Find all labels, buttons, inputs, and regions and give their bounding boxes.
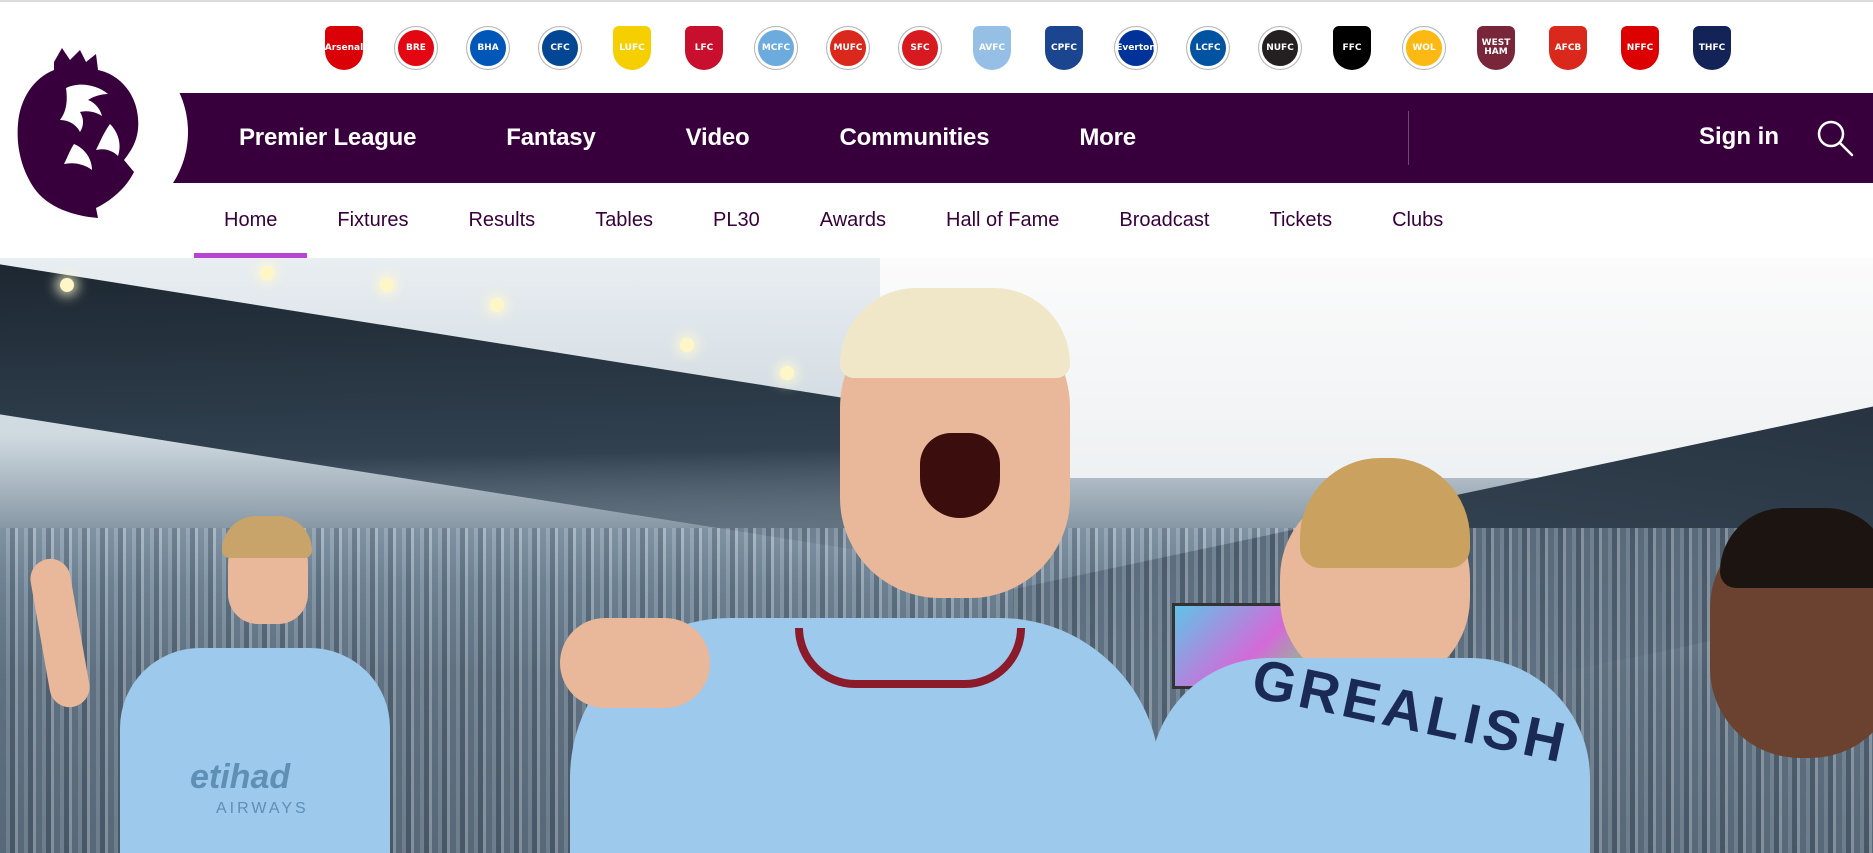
club-crest-link[interactable]: SFC bbox=[896, 24, 944, 72]
hero-image[interactable]: etihad AIRWAYS GREALISH bbox=[0, 258, 1873, 853]
tab-broadcast[interactable]: Broadcast bbox=[1089, 183, 1239, 258]
player-right-shirt: GREALISH bbox=[1150, 646, 1590, 853]
player-left-hair bbox=[222, 516, 312, 558]
tab-clubs[interactable]: Clubs bbox=[1362, 183, 1473, 258]
club-crest-link[interactable]: LCFC bbox=[1184, 24, 1232, 72]
club-crest-link[interactable]: WOL bbox=[1400, 24, 1448, 72]
club-crest-icon: THFC bbox=[1693, 26, 1731, 70]
search-button[interactable] bbox=[1815, 118, 1855, 158]
stadium-light bbox=[490, 298, 504, 312]
top-border bbox=[0, 0, 1873, 2]
club-crest-link[interactable]: LUFC bbox=[608, 24, 656, 72]
club-crest-icon: BHA bbox=[467, 27, 509, 69]
club-crest-link[interactable]: AVFC bbox=[968, 24, 1016, 72]
club-crest-icon: WEST HAM bbox=[1477, 26, 1515, 70]
club-crest-icon: AFCB bbox=[1549, 26, 1587, 70]
club-crest-link[interactable]: CFC bbox=[536, 24, 584, 72]
tab-pl30[interactable]: PL30 bbox=[683, 183, 790, 258]
search-icon bbox=[1817, 120, 1854, 157]
shirt-sponsor-text: etihad bbox=[190, 758, 291, 796]
club-crest-icon: CFC bbox=[539, 27, 581, 69]
tab-results[interactable]: Results bbox=[438, 183, 565, 258]
nav-premier-league[interactable]: Premier League bbox=[239, 124, 416, 152]
club-crest-icon: BRE bbox=[395, 27, 437, 69]
club-crest-icon: Everton bbox=[1115, 27, 1157, 69]
player-center-hair bbox=[840, 288, 1070, 378]
club-crest-link[interactable]: WEST HAM bbox=[1472, 24, 1520, 72]
nav-communities[interactable]: Communities bbox=[840, 124, 990, 152]
stadium-light bbox=[60, 278, 74, 292]
club-crest-link[interactable]: CPFC bbox=[1040, 24, 1088, 72]
club-crest-icon: LUFC bbox=[613, 26, 651, 70]
club-crest-strip: Arsenal BRE BHA CFC LUFC LFC MCFC MUFC SFC AVFC CP… bbox=[320, 22, 1760, 74]
club-crest-link[interactable]: MUFC bbox=[824, 24, 872, 72]
nav-fantasy[interactable]: Fantasy bbox=[506, 124, 596, 152]
club-crest-icon: CPFC bbox=[1045, 26, 1083, 70]
tab-awards[interactable]: Awards bbox=[790, 183, 916, 258]
club-crest-link[interactable]: LFC bbox=[680, 24, 728, 72]
stadium-light bbox=[380, 278, 394, 292]
club-crest-icon: MCFC bbox=[755, 27, 797, 69]
primary-nav: Premier League Fantasy Video Communities… bbox=[170, 93, 1873, 183]
secondary-nav: Home Fixtures Results Tables PL30 Awards… bbox=[194, 183, 1473, 258]
club-crest-link[interactable]: AFCB bbox=[1544, 24, 1592, 72]
club-crest-icon: SFC bbox=[899, 27, 941, 69]
club-crest-icon: LCFC bbox=[1187, 27, 1229, 69]
player-left-shirt: etihad AIRWAYS bbox=[120, 648, 390, 853]
stadium-light bbox=[780, 366, 794, 380]
club-crest-link[interactable]: BHA bbox=[464, 24, 512, 72]
club-crest-icon: NUFC bbox=[1259, 27, 1301, 69]
club-crest-link[interactable]: BRE bbox=[392, 24, 440, 72]
club-crest-link[interactable]: MCFC bbox=[752, 24, 800, 72]
club-crest-icon: MUFC bbox=[827, 27, 869, 69]
club-crest-icon: FFC bbox=[1333, 26, 1371, 70]
club-crest-icon: LFC bbox=[685, 26, 723, 70]
club-crest-link[interactable]: NUFC bbox=[1256, 24, 1304, 72]
club-crest-icon: WOL bbox=[1403, 27, 1445, 69]
stadium-light bbox=[680, 338, 694, 352]
club-crest-icon: NFFC bbox=[1621, 26, 1659, 70]
sign-in-link[interactable]: Sign in bbox=[1699, 123, 1779, 151]
premier-league-logo[interactable] bbox=[0, 38, 188, 226]
shirt-sponsor-subtext: AIRWAYS bbox=[216, 800, 309, 817]
club-crest-link[interactable]: THFC bbox=[1688, 24, 1736, 72]
lion-logo-icon bbox=[17, 48, 139, 218]
player-center-hand bbox=[560, 618, 710, 708]
tab-home[interactable]: Home bbox=[194, 183, 308, 258]
stadium-light bbox=[260, 266, 274, 280]
nav-video[interactable]: Video bbox=[686, 124, 750, 152]
tab-hall-of-fame[interactable]: Hall of Fame bbox=[916, 183, 1089, 258]
player-center-mouth bbox=[920, 433, 1000, 518]
nav-divider bbox=[1408, 111, 1409, 165]
tab-tables[interactable]: Tables bbox=[565, 183, 683, 258]
club-crest-icon: AVFC bbox=[973, 26, 1011, 70]
tab-tickets[interactable]: Tickets bbox=[1239, 183, 1362, 258]
club-crest-icon: Arsenal bbox=[325, 26, 363, 70]
tab-fixtures[interactable]: Fixtures bbox=[307, 183, 438, 258]
club-crest-link[interactable]: NFFC bbox=[1616, 24, 1664, 72]
club-crest-link[interactable]: Everton bbox=[1112, 24, 1160, 72]
nav-more[interactable]: More bbox=[1079, 124, 1136, 152]
club-crest-link[interactable]: FFC bbox=[1328, 24, 1376, 72]
player-center-collar bbox=[795, 628, 1025, 688]
club-crest-link[interactable]: Arsenal bbox=[320, 24, 368, 72]
